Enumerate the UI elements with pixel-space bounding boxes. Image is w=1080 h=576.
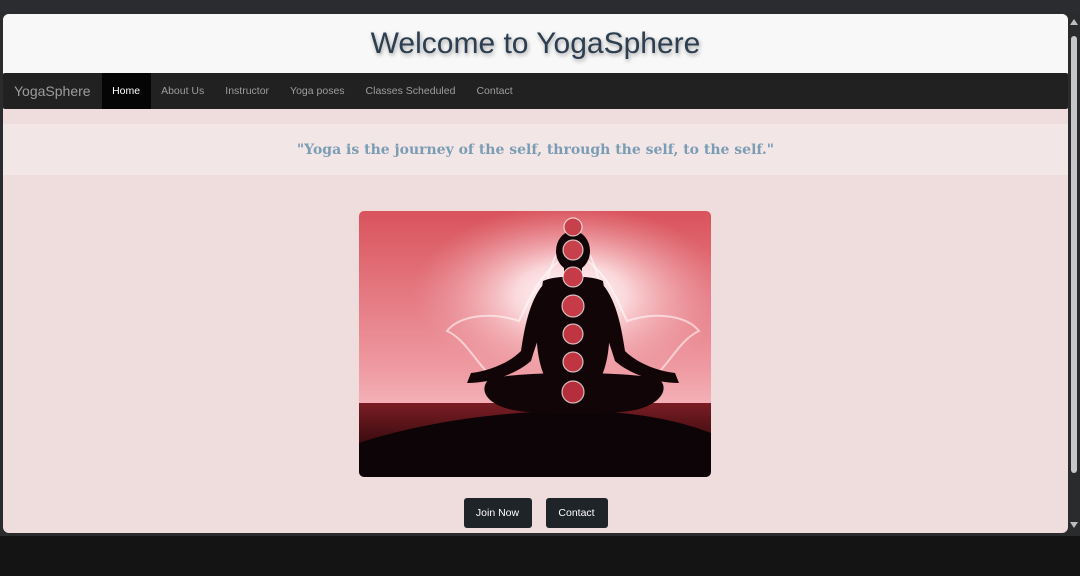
- nav-item-contact[interactable]: Contact: [466, 73, 523, 109]
- quote-text: "Yoga is the journey of the self, throug…: [296, 141, 775, 158]
- quote-band: "Yoga is the journey of the self, throug…: [3, 124, 1068, 175]
- contact-button[interactable]: Contact: [545, 498, 608, 528]
- join-now-button[interactable]: Join Now: [463, 498, 532, 528]
- page-header: Welcome to YogaSphere: [3, 14, 1068, 73]
- navbar-brand[interactable]: YogaSphere: [3, 73, 102, 109]
- scrollbar-thumb[interactable]: [1071, 36, 1077, 473]
- page-title: Welcome to YogaSphere: [370, 26, 701, 60]
- meditation-chakra-image: [359, 211, 711, 477]
- scroll-up-arrow-icon[interactable]: [1070, 19, 1078, 25]
- hero-image: [359, 211, 711, 477]
- browser-bottom-frame: [0, 536, 1080, 576]
- nav-item-classes-scheduled[interactable]: Classes Scheduled: [355, 73, 466, 109]
- action-buttons: Join Now Contact: [3, 498, 1068, 528]
- browser-top-frame: [0, 0, 1080, 14]
- nav-item-home[interactable]: Home: [101, 73, 151, 109]
- nav-item-about-us[interactable]: About Us: [151, 73, 215, 109]
- vertical-scrollbar[interactable]: [1068, 14, 1080, 533]
- navbar: YogaSphere Home About Us Instructor Yoga…: [3, 73, 1068, 109]
- scroll-down-arrow-icon[interactable]: [1070, 522, 1078, 528]
- page-viewport: Welcome to YogaSphere YogaSphere Home Ab…: [3, 14, 1068, 533]
- nav-item-yoga-poses[interactable]: Yoga poses: [280, 73, 356, 109]
- nav-item-instructor[interactable]: Instructor: [215, 73, 280, 109]
